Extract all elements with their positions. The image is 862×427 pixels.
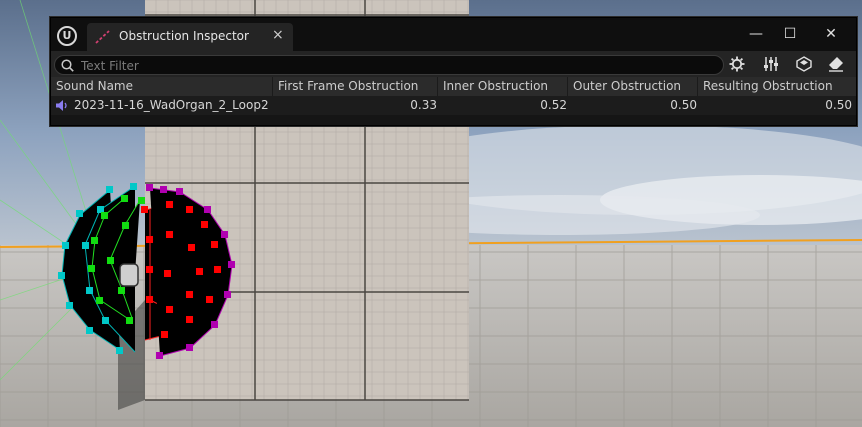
plugin-icon[interactable] xyxy=(796,56,812,72)
close-window-button[interactable]: ✕ xyxy=(816,24,846,44)
eraser-icon[interactable] xyxy=(828,56,844,72)
inner-obstruction-cell: 0.52 xyxy=(540,98,567,112)
toolbar xyxy=(51,51,856,77)
search-box[interactable] xyxy=(54,55,724,75)
close-tab-icon[interactable]: × xyxy=(272,27,284,43)
minimize-button[interactable]: — xyxy=(741,24,771,44)
settings-icon[interactable] xyxy=(729,56,745,72)
first-frame-obstruction-cell: 0.33 xyxy=(410,98,437,112)
table-row[interactable]: 2023-11-16_WadOrgan_2_Loop2 0.33 0.52 0.… xyxy=(51,96,856,115)
maximize-button[interactable]: ☐ xyxy=(775,24,805,44)
unreal-logo-icon[interactable]: U xyxy=(57,26,77,46)
sound-wave-icon xyxy=(56,100,67,111)
title-bar[interactable]: U Obstruction Inspector × — ☐ ✕ xyxy=(51,18,856,51)
sliders-icon[interactable] xyxy=(763,56,779,72)
column-first-frame-obstruction[interactable]: First Frame Obstruction xyxy=(273,77,438,96)
table-header: Sound Name First Frame Obstruction Inner… xyxy=(51,77,856,96)
search-icon xyxy=(61,59,74,72)
tab-title: Obstruction Inspector xyxy=(119,29,249,43)
tab-obstruction-inspector[interactable]: Obstruction Inspector × xyxy=(87,23,293,51)
speaker-icon xyxy=(119,263,139,287)
column-inner-obstruction[interactable]: Inner Obstruction xyxy=(438,77,568,96)
tab-graph-icon xyxy=(95,30,110,44)
sound-name-cell: 2023-11-16_WadOrgan_2_Loop2 xyxy=(74,98,269,112)
column-outer-obstruction[interactable]: Outer Obstruction xyxy=(568,77,698,96)
column-resulting-obstruction[interactable]: Resulting Obstruction xyxy=(698,77,856,96)
obstruction-inspector-window: U Obstruction Inspector × — ☐ ✕ Text Fil… xyxy=(50,17,857,126)
outer-obstruction-cell: 0.50 xyxy=(670,98,697,112)
text-filter-input[interactable] xyxy=(79,57,683,75)
column-sound-name[interactable]: Sound Name xyxy=(51,77,273,96)
resulting-obstruction-cell: 0.50 xyxy=(825,98,852,112)
